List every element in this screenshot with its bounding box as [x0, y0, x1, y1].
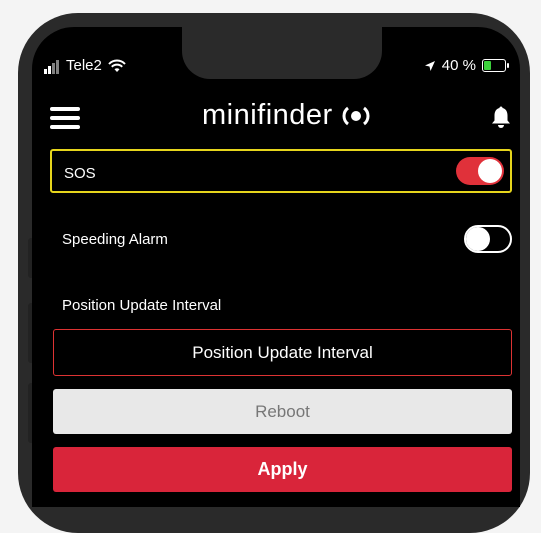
position-interval-button[interactable]: Position Update Interval: [53, 329, 512, 376]
sos-setting-row: SOS: [50, 149, 512, 193]
brand-logo: minifinder: [202, 99, 371, 132]
carrier-name: Tele2: [66, 57, 102, 74]
location-arrow-icon: [424, 60, 435, 71]
bell-icon[interactable]: [490, 105, 512, 129]
position-interval-label: Position Update Interval: [62, 297, 222, 314]
brand-mark-icon: [342, 107, 370, 126]
signal-icon: [44, 57, 60, 74]
status-bar: Tele2 40 %: [44, 57, 509, 77]
sos-toggle[interactable]: [456, 157, 504, 185]
sos-label: SOS: [64, 165, 96, 182]
wifi-icon: [108, 59, 126, 72]
toggle-knob: [466, 227, 490, 251]
speeding-alarm-label: Speeding Alarm: [62, 231, 168, 248]
app-bar: minifinder: [32, 95, 520, 139]
app-screen: Tele2 40 % minifinder SOS Speeding Alarm…: [32, 27, 520, 507]
toggle-knob: [478, 159, 502, 183]
apply-button[interactable]: Apply: [53, 447, 512, 492]
brand-name: minifinder: [202, 99, 333, 131]
battery-percent: 40 %: [441, 57, 476, 74]
menu-icon[interactable]: [50, 107, 80, 129]
speeding-alarm-row: Speeding Alarm: [50, 217, 512, 263]
position-interval-row: Position Update Interval: [50, 283, 512, 329]
reboot-button[interactable]: Reboot: [53, 389, 512, 434]
speeding-alarm-toggle[interactable]: [464, 225, 512, 253]
battery-icon: [482, 59, 509, 72]
